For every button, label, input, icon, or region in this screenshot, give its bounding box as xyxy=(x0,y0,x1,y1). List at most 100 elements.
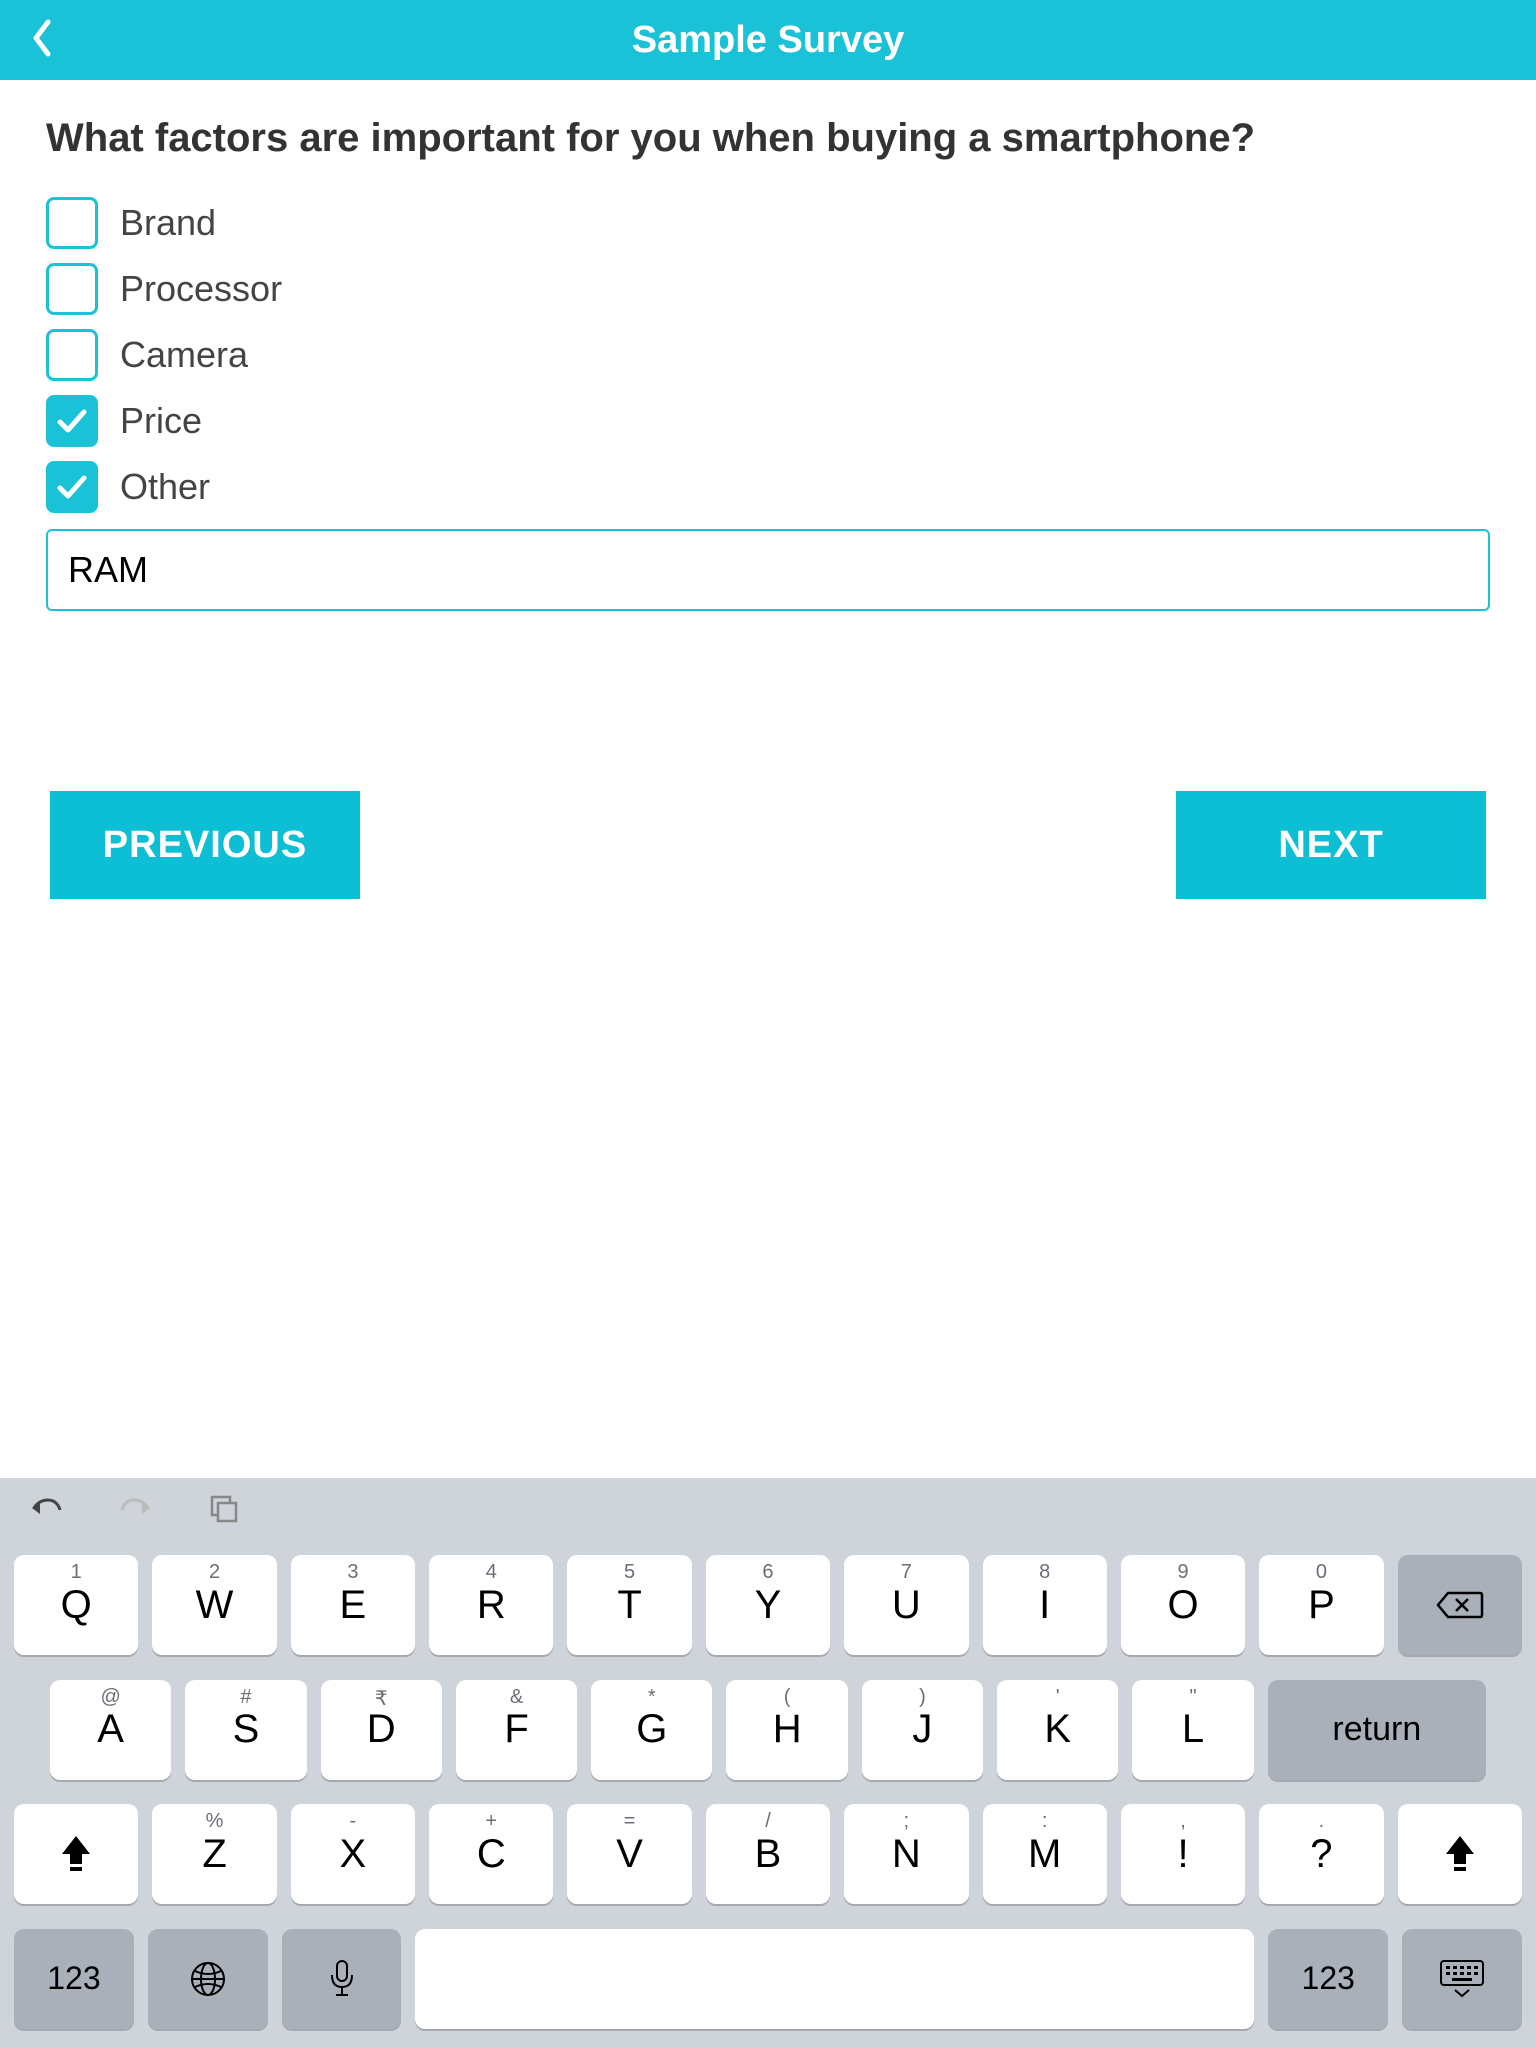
checkbox[interactable] xyxy=(46,461,98,513)
key-main: O xyxy=(1167,1583,1198,1628)
check-icon xyxy=(55,470,89,504)
key-main: R xyxy=(477,1583,506,1628)
numbers-key-right[interactable]: 123 xyxy=(1268,1929,1388,2029)
key-sub: 7 xyxy=(901,1561,912,1584)
key-sub: , xyxy=(1180,1810,1186,1833)
globe-icon xyxy=(188,1959,228,1999)
keyboard-row-4: 123 123 xyxy=(14,1929,1522,2029)
key-main: T xyxy=(617,1583,641,1628)
key-x[interactable]: -X xyxy=(291,1804,415,1904)
clipboard-icon[interactable] xyxy=(208,1493,238,1528)
option-label: Camera xyxy=(120,334,248,376)
back-button[interactable] xyxy=(30,18,52,63)
key-sub: - xyxy=(350,1810,357,1833)
mic-key[interactable] xyxy=(282,1929,402,2029)
shift-key-right[interactable] xyxy=(1398,1804,1522,1904)
key-main: ! xyxy=(1177,1832,1188,1877)
checkbox[interactable] xyxy=(46,395,98,447)
key-sub: 8 xyxy=(1039,1561,1050,1584)
other-input-wrap xyxy=(46,529,1490,611)
key-q[interactable]: 1Q xyxy=(14,1555,138,1655)
redo-icon[interactable] xyxy=(118,1494,154,1527)
survey-content: What factors are important for you when … xyxy=(0,80,1536,935)
key-?[interactable]: .? xyxy=(1259,1804,1383,1904)
key-sub: # xyxy=(240,1686,251,1709)
numbers-key-left[interactable]: 123 xyxy=(14,1929,134,2029)
key-main: Y xyxy=(755,1583,782,1628)
key-sub: & xyxy=(510,1686,523,1709)
key-f[interactable]: &F xyxy=(456,1680,577,1780)
key-main: E xyxy=(340,1583,367,1628)
key-l[interactable]: "L xyxy=(1132,1680,1253,1780)
key-sub: " xyxy=(1189,1686,1196,1709)
key-![interactable]: ,! xyxy=(1121,1804,1245,1904)
key-sub: = xyxy=(624,1810,636,1833)
key-i[interactable]: 8I xyxy=(983,1555,1107,1655)
key-t[interactable]: 5T xyxy=(567,1555,691,1655)
key-h[interactable]: (H xyxy=(726,1680,847,1780)
shift-key-left[interactable] xyxy=(14,1804,138,1904)
key-sub: ) xyxy=(919,1686,926,1709)
key-o[interactable]: 9O xyxy=(1121,1555,1245,1655)
next-button[interactable]: NEXT xyxy=(1176,791,1486,899)
key-d[interactable]: ₹D xyxy=(321,1680,442,1780)
undo-icon[interactable] xyxy=(28,1494,64,1527)
key-e[interactable]: 3E xyxy=(291,1555,415,1655)
space-key[interactable] xyxy=(415,1929,1254,2029)
key-y[interactable]: 6Y xyxy=(706,1555,830,1655)
key-main: U xyxy=(892,1583,921,1628)
key-sub: 0 xyxy=(1316,1561,1327,1584)
key-z[interactable]: %Z xyxy=(152,1804,276,1904)
options-list: BrandProcessorCameraPriceOther xyxy=(46,197,1490,513)
key-main: M xyxy=(1028,1832,1061,1877)
key-j[interactable]: )J xyxy=(862,1680,983,1780)
key-main: I xyxy=(1039,1583,1050,1628)
key-sub: ; xyxy=(904,1810,910,1833)
key-main: L xyxy=(1182,1707,1204,1752)
key-c[interactable]: +C xyxy=(429,1804,553,1904)
checkbox[interactable] xyxy=(46,329,98,381)
keyboard-hide-icon xyxy=(1437,1959,1487,1999)
nav-buttons: PREVIOUS NEXT xyxy=(46,791,1490,899)
key-v[interactable]: =V xyxy=(567,1804,691,1904)
virtual-keyboard: 1Q2W3E4R5T6Y7U8I9O0P @A#S₹D&F*G(H)J'K"Lr… xyxy=(0,1478,1536,2048)
key-main: J xyxy=(912,1707,932,1752)
key-w[interactable]: 2W xyxy=(152,1555,276,1655)
keyboard-toolbar xyxy=(0,1478,1536,1542)
key-sub: ( xyxy=(784,1686,791,1709)
key-main: Q xyxy=(61,1583,92,1628)
key-main: N xyxy=(892,1832,921,1877)
hide-keyboard-key[interactable] xyxy=(1402,1929,1522,2029)
key-b[interactable]: /B xyxy=(706,1804,830,1904)
backspace-key[interactable] xyxy=(1398,1555,1522,1655)
checkbox[interactable] xyxy=(46,197,98,249)
previous-button[interactable]: PREVIOUS xyxy=(50,791,360,899)
key-main: C xyxy=(477,1832,506,1877)
key-sub: . xyxy=(1319,1810,1325,1833)
shift-icon xyxy=(58,1834,94,1874)
key-r[interactable]: 4R xyxy=(429,1555,553,1655)
key-main: S xyxy=(233,1707,260,1752)
question-text: What factors are important for you when … xyxy=(46,116,1490,161)
other-text-input[interactable] xyxy=(46,529,1490,611)
app-header: Sample Survey xyxy=(0,0,1536,80)
key-main: B xyxy=(755,1832,782,1877)
keyboard-row-2: @A#S₹D&F*G(H)J'K"Lreturn xyxy=(14,1680,1522,1780)
key-s[interactable]: #S xyxy=(185,1680,306,1780)
globe-key[interactable] xyxy=(148,1929,268,2029)
key-u[interactable]: 7U xyxy=(844,1555,968,1655)
key-k[interactable]: 'K xyxy=(997,1680,1118,1780)
key-a[interactable]: @A xyxy=(50,1680,171,1780)
option-row: Other xyxy=(46,461,1490,513)
key-sub: ₹ xyxy=(375,1686,388,1711)
key-m[interactable]: :M xyxy=(983,1804,1107,1904)
key-g[interactable]: *G xyxy=(591,1680,712,1780)
key-main: D xyxy=(367,1707,396,1752)
option-label: Processor xyxy=(120,268,282,310)
key-sub: @ xyxy=(100,1686,120,1709)
return-key[interactable]: return xyxy=(1268,1680,1486,1780)
checkbox[interactable] xyxy=(46,263,98,315)
key-n[interactable]: ;N xyxy=(844,1804,968,1904)
key-p[interactable]: 0P xyxy=(1259,1555,1383,1655)
key-main: ? xyxy=(1310,1832,1332,1877)
